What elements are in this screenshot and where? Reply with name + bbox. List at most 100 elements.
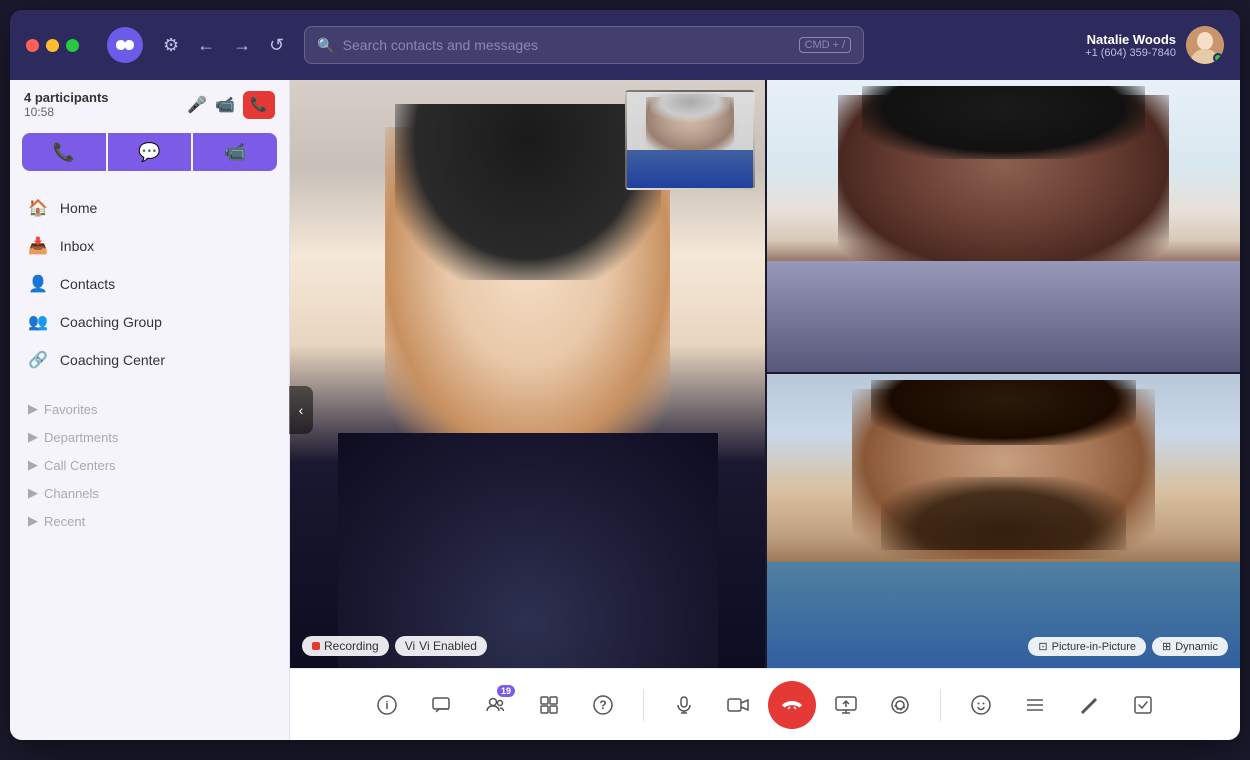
- vi-label: Vi: [405, 639, 415, 653]
- message-button[interactable]: 💬: [108, 133, 192, 171]
- inbox-icon: 📥: [28, 236, 48, 256]
- video-tile-2: ⊡ Picture-in-Picture ⊞ Dynamic: [765, 374, 1240, 668]
- favorites-section[interactable]: ▶ Favorites: [10, 395, 289, 423]
- share-screen-button[interactable]: [822, 681, 870, 729]
- video-button[interactable]: 📹: [193, 133, 277, 171]
- nav-items: 🏠 Home 📥 Inbox 👤 Contacts 👥 Coaching Gro…: [10, 181, 289, 387]
- call-button[interactable]: 📞: [22, 133, 106, 171]
- info-button[interactable]: i: [363, 681, 411, 729]
- camera-mini-icon[interactable]: 📹: [215, 95, 235, 115]
- tasks-button[interactable]: [1119, 681, 1167, 729]
- dynamic-badge: ⊞ Dynamic: [1152, 637, 1228, 656]
- participant1-video: [767, 80, 1240, 372]
- layout-button[interactable]: [525, 681, 573, 729]
- mute-button[interactable]: [660, 681, 708, 729]
- user-info: Natalie Woods +1 (604) 359-7840: [1085, 32, 1176, 59]
- video-badges: Recording Vi Vi Enabled: [302, 636, 487, 656]
- sidebar-item-coaching-center[interactable]: 🔗 Coaching Center: [10, 341, 289, 379]
- user-phone: +1 (604) 359-7840: [1085, 47, 1176, 59]
- search-bar[interactable]: 🔍 CMD + /: [304, 26, 864, 64]
- sidebar-item-coaching-center-label: Coaching Center: [60, 352, 165, 368]
- info-toolbar-group: i 19 ?: [363, 681, 627, 729]
- call-centers-section[interactable]: ▶ Call Centers: [10, 451, 289, 479]
- recent-section[interactable]: ▶ Recent: [10, 507, 289, 535]
- participants-badge: 19: [497, 685, 515, 697]
- call-controls-mini: 🎤 📹 📞: [187, 91, 275, 119]
- enabled-label: Vi Enabled: [419, 639, 477, 653]
- sidebar-item-coaching-group[interactable]: 👥 Coaching Group: [10, 303, 289, 341]
- coaching-center-icon: 🔗: [28, 350, 48, 370]
- expand-icon: ▶: [28, 457, 38, 473]
- app-window: ⚙ ← → ↺ 🔍 CMD + / Natalie Woods +1 (604)…: [10, 10, 1240, 740]
- video-area: ‹: [290, 80, 1240, 740]
- app-logo: [107, 27, 143, 63]
- home-icon: 🏠: [28, 198, 48, 218]
- thumbnail-video: [625, 90, 755, 190]
- collapse-sidebar-button[interactable]: ‹: [289, 386, 313, 434]
- user-avatar[interactable]: [1186, 26, 1224, 64]
- participants-count: 4 participants: [24, 90, 109, 105]
- traffic-lights: [26, 39, 79, 52]
- sidebar-item-contacts[interactable]: 👤 Contacts: [10, 265, 289, 303]
- sidebar-item-home-label: Home: [60, 200, 97, 216]
- camera-button[interactable]: [714, 681, 762, 729]
- participants-button[interactable]: 19: [471, 681, 519, 729]
- video-grid: Recording Vi Vi Enabled: [290, 80, 1240, 668]
- end-call-button[interactable]: [768, 681, 816, 729]
- thumbnail-hair: [650, 94, 731, 121]
- sidebar-item-inbox-label: Inbox: [60, 238, 94, 254]
- departments-section[interactable]: ▶ Departments: [10, 423, 289, 451]
- bottom-toolbar: i 19 ?: [290, 668, 1240, 740]
- channels-section[interactable]: ▶ Channels: [10, 479, 289, 507]
- vi-enabled-badge: Vi Vi Enabled: [395, 636, 487, 656]
- expand-icon: ▶: [28, 429, 38, 445]
- expand-icon: ▶: [28, 485, 38, 501]
- close-button[interactable]: [26, 39, 39, 52]
- mic-icon[interactable]: 🎤: [187, 95, 207, 115]
- media-toolbar-group: [660, 681, 924, 729]
- settings-icon[interactable]: ⚙: [163, 35, 179, 56]
- audio-button[interactable]: [876, 681, 924, 729]
- dynamic-icon: ⊞: [1162, 640, 1171, 653]
- recording-badge: Recording: [302, 636, 389, 656]
- pip-icon: ⊡: [1038, 640, 1047, 653]
- main-video-content: Recording Vi Vi Enabled: [290, 80, 765, 668]
- hair-overlay: [395, 104, 661, 280]
- sidebar-item-home[interactable]: 🏠 Home: [10, 189, 289, 227]
- minimize-button[interactable]: [46, 39, 59, 52]
- annotate-button[interactable]: [1065, 681, 1113, 729]
- video-tile-1: [765, 80, 1240, 374]
- end-call-mini-button[interactable]: 📞: [243, 91, 275, 119]
- call-info: 4 participants 10:58: [24, 90, 109, 119]
- search-input[interactable]: [343, 37, 791, 53]
- video-corner-badges: ⊡ Picture-in-Picture ⊞ Dynamic: [1028, 637, 1228, 656]
- svg-text:?: ?: [599, 698, 606, 712]
- help-button[interactable]: ?: [579, 681, 627, 729]
- status-indicator: [1213, 53, 1223, 63]
- call-info-bar: 4 participants 10:58 🎤 📹 📞: [10, 80, 289, 125]
- more-button[interactable]: [1011, 681, 1059, 729]
- sidebar-sections: ▶ Favorites ▶ Departments ▶ Call Centers…: [10, 395, 289, 535]
- emoji-button[interactable]: [957, 681, 1005, 729]
- maximize-button[interactable]: [66, 39, 79, 52]
- thumbnail-video-content: [627, 92, 753, 188]
- sidebar: 4 participants 10:58 🎤 📹 📞 📞 💬 📹 🏠: [10, 80, 290, 740]
- main-content: 4 participants 10:58 🎤 📹 📞 📞 💬 📹 🏠: [10, 80, 1240, 740]
- title-bar-right: Natalie Woods +1 (604) 359-7840: [1085, 26, 1224, 64]
- search-shortcut: CMD + /: [799, 37, 852, 53]
- p2-hair: [871, 380, 1136, 445]
- refresh-icon[interactable]: ↺: [269, 35, 284, 56]
- sidebar-item-inbox[interactable]: 📥 Inbox: [10, 227, 289, 265]
- participant2-video: [767, 374, 1240, 668]
- p1-shirt: [767, 261, 1240, 372]
- coaching-group-icon: 👥: [28, 312, 48, 332]
- sidebar-item-contacts-label: Contacts: [60, 276, 115, 292]
- back-icon[interactable]: ←: [197, 35, 215, 56]
- call-time: 10:58: [24, 105, 109, 119]
- toolbar-sep-2: [940, 689, 941, 721]
- forward-icon[interactable]: →: [233, 35, 251, 56]
- svg-text:i: i: [385, 700, 388, 712]
- pip-badge: ⊡ Picture-in-Picture: [1028, 637, 1146, 656]
- title-bar: ⚙ ← → ↺ 🔍 CMD + / Natalie Woods +1 (604)…: [10, 10, 1240, 80]
- chat-button[interactable]: [417, 681, 465, 729]
